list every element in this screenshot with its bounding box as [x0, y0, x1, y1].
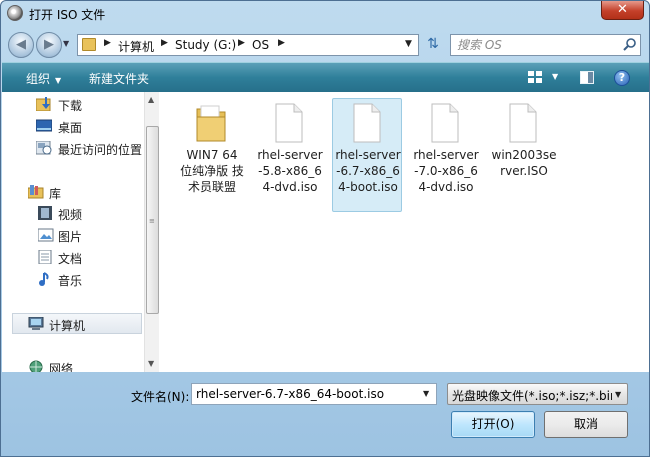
file-list: WIN7 64 位纯净版 技术员联盟 rhel-server-5.8-x86_6… — [160, 92, 649, 372]
file-item-folder[interactable]: WIN7 64 位纯净版 技术员联盟 — [176, 98, 246, 212]
view-options-dropdown-icon[interactable]: ▼ — [552, 72, 558, 81]
search-box[interactable] — [450, 34, 641, 56]
organize-menu[interactable]: 组织 ▼ — [26, 70, 61, 87]
address-dropdown-icon[interactable]: ▼ — [405, 39, 412, 49]
nav-item-label: 计算机 — [49, 319, 86, 333]
breadcrumb-arrow-icon[interactable]: ▶ — [278, 38, 285, 48]
nav-item-label: 视频 — [58, 208, 83, 222]
organize-label: 组织 — [26, 72, 51, 86]
scrollbar-thumb[interactable]: ≡ — [146, 126, 159, 314]
file-name: rhel-server-7.0-x86_64-dvd.iso — [413, 148, 479, 194]
file-icon — [275, 103, 303, 143]
filename-input[interactable] — [196, 386, 406, 402]
nav-item-label: 文档 — [58, 252, 83, 266]
nav-item-downloads[interactable]: 下载 — [2, 94, 144, 114]
nav-item-documents[interactable]: 文档 — [2, 247, 144, 267]
scroll-up-arrow-icon[interactable]: ▲ — [148, 95, 154, 104]
filetype-value: 光盘映像文件(*.iso;*.isz;*.bin;* — [452, 389, 612, 403]
nav-item-recent-places[interactable]: 最近访问的位置 — [2, 138, 144, 158]
forward-button[interactable]: ▶ — [36, 32, 62, 58]
chevron-down-icon: ▼ — [55, 76, 62, 85]
nav-item-pictures[interactable]: 图片 — [2, 225, 144, 245]
download-folder-icon — [36, 97, 51, 111]
filename-combobox[interactable]: ▼ — [191, 383, 437, 405]
documents-icon — [38, 250, 52, 264]
window-title: 打开 ISO 文件 — [29, 8, 106, 22]
navigation-pane: 下载 桌面 最近访问的位置 库 视频 图片 文档 音乐 计算机 网络 — [2, 92, 144, 372]
pictures-icon — [38, 228, 54, 242]
nav-item-desktop[interactable]: 桌面 — [2, 116, 144, 136]
file-item-iso[interactable]: rhel-server-5.8-x86_64-dvd.iso — [254, 98, 324, 212]
close-button[interactable]: ✕ — [601, 1, 644, 20]
computer-icon — [28, 317, 44, 330]
search-icon[interactable] — [623, 37, 637, 51]
chevron-down-icon[interactable]: ▼ — [423, 389, 429, 398]
chevron-down-icon: ▼ — [615, 390, 622, 399]
help-icon[interactable]: ? — [614, 70, 630, 86]
breadcrumb-os[interactable]: OS — [252, 38, 269, 52]
folder-icon — [82, 38, 96, 51]
nav-item-music[interactable]: 音乐 — [2, 269, 144, 289]
music-icon — [39, 272, 49, 286]
file-name: win2003server.ISO — [491, 148, 557, 178]
nav-item-computer[interactable]: 计算机 — [12, 313, 142, 334]
file-name: WIN7 64 位纯净版 技术员联盟 — [180, 148, 244, 194]
back-button[interactable]: ◀ — [8, 32, 34, 58]
address-bar[interactable]: ▶ 计算机 ▶ Study (G:) ▶ OS ▶ ▼ — [77, 34, 419, 56]
nav-item-label: 下载 — [58, 99, 83, 113]
desktop-icon — [36, 119, 52, 132]
refresh-icon: ⇅ — [427, 36, 439, 52]
nav-item-library[interactable]: 库 — [2, 182, 144, 202]
scroll-down-arrow-icon[interactable]: ▼ — [148, 359, 154, 368]
nav-item-videos[interactable]: 视频 — [2, 203, 144, 223]
file-item-iso-selected[interactable]: rhel-server-6.7-x86_64-boot.iso — [332, 98, 402, 212]
network-icon — [29, 360, 43, 372]
file-icon — [431, 103, 459, 143]
grip-icon: ≡ — [149, 217, 155, 225]
filename-label: 文件名(N): — [131, 390, 190, 404]
breadcrumb-computer[interactable]: 计算机 — [118, 38, 154, 55]
breadcrumb-drive[interactable]: Study (G:) — [175, 38, 236, 52]
nav-item-label: 音乐 — [58, 274, 83, 288]
nav-item-network[interactable]: 网络 — [2, 357, 144, 372]
file-item-iso[interactable]: win2003server.ISO — [488, 98, 558, 212]
breadcrumb-arrow-icon[interactable]: ▶ — [161, 38, 168, 48]
open-button[interactable]: 打开(O) — [451, 411, 535, 438]
recent-places-icon — [36, 141, 52, 155]
nav-item-label: 网络 — [49, 362, 74, 372]
filetype-select[interactable]: 光盘映像文件(*.iso;*.isz;*.bin;* ▼ — [447, 383, 628, 405]
title-bar: 打开 ISO 文件 ✕ — [1, 1, 649, 29]
search-input[interactable] — [457, 37, 617, 53]
recent-locations-dropdown-icon[interactable]: ▼ — [63, 39, 69, 48]
content-area: 下载 桌面 最近访问的位置 库 视频 图片 文档 音乐 计算机 网络 ▲ ≡ ▼… — [2, 92, 649, 372]
nav-item-label: 图片 — [58, 230, 83, 244]
preview-pane-icon[interactable] — [580, 71, 594, 84]
nav-item-label: 库 — [49, 187, 62, 201]
folder-icon — [196, 105, 226, 142]
back-arrow-icon: ◀ — [16, 37, 26, 52]
change-view-icon[interactable] — [528, 71, 542, 83]
file-icon — [509, 103, 537, 143]
file-icon — [353, 103, 381, 143]
open-iso-dialog: 打开 ISO 文件 ✕ ◀ ▶ ▼ ▶ 计算机 ▶ Study (G:) ▶ O… — [0, 0, 650, 457]
command-toolbar: 组织 ▼ 新建文件夹 ▼ ? — [2, 62, 649, 92]
breadcrumb-arrow-icon[interactable]: ▶ — [238, 38, 245, 48]
file-name: rhel-server-5.8-x86_64-dvd.iso — [257, 148, 323, 194]
library-icon — [28, 185, 44, 199]
new-folder-button[interactable]: 新建文件夹 — [89, 70, 149, 87]
nav-item-label: 桌面 — [58, 121, 83, 135]
refresh-button[interactable]: ⇅ — [422, 34, 444, 56]
file-item-iso[interactable]: rhel-server-7.0-x86_64-dvd.iso — [410, 98, 480, 212]
video-icon — [38, 206, 52, 220]
navigation-scrollbar[interactable]: ▲ ≡ ▼ — [144, 92, 159, 372]
forward-arrow-icon: ▶ — [44, 37, 54, 52]
app-disc-icon — [7, 5, 23, 21]
file-name: rhel-server-6.7-x86_64-boot.iso — [335, 148, 401, 194]
breadcrumb-arrow-icon[interactable]: ▶ — [104, 38, 111, 48]
cancel-button[interactable]: 取消 — [544, 411, 628, 438]
nav-item-label: 最近访问的位置 — [58, 143, 143, 157]
